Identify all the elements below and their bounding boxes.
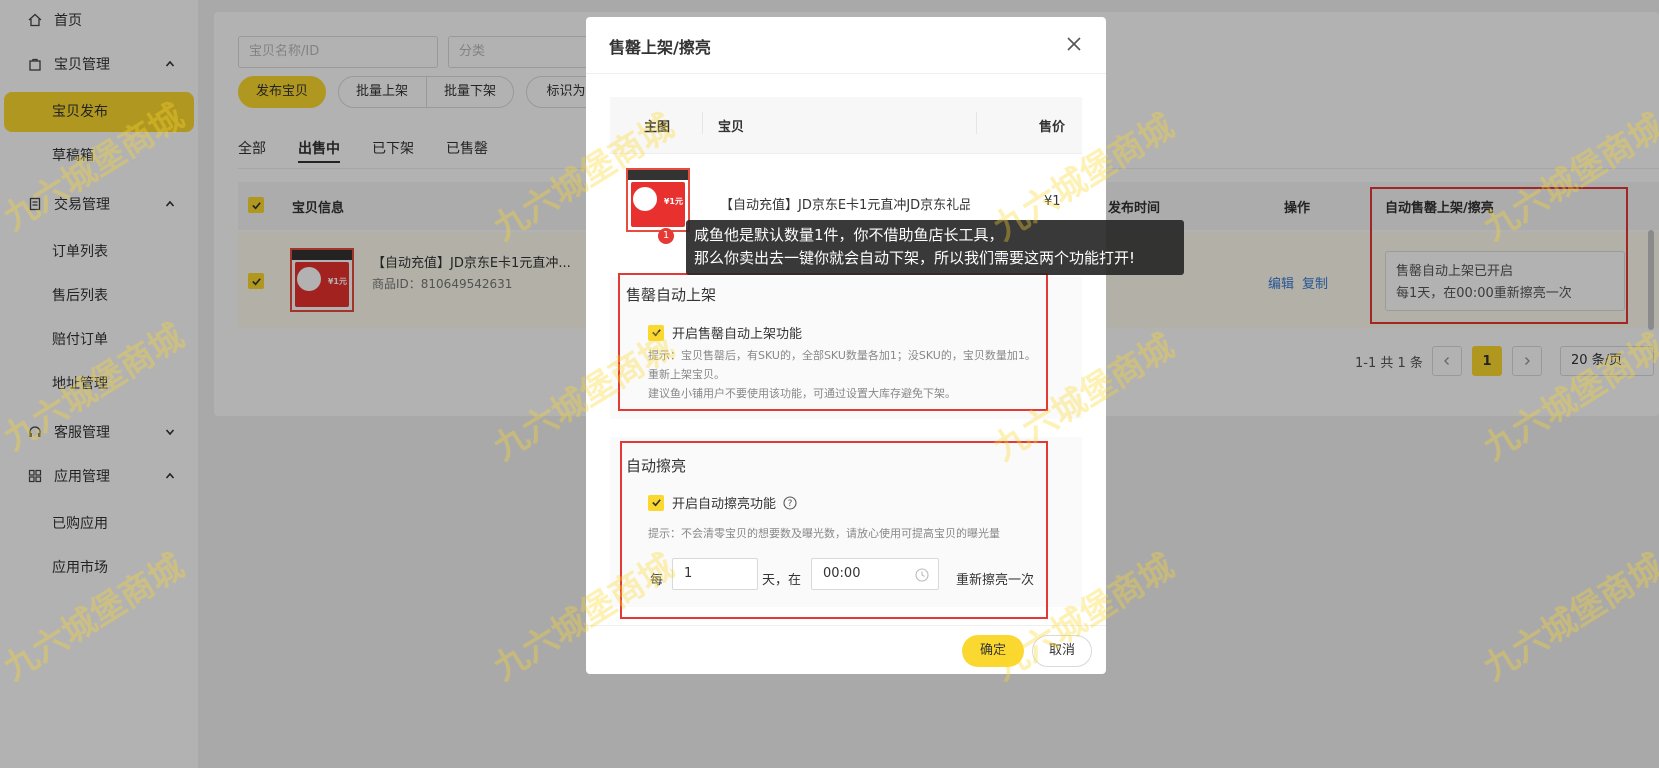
thumbnail-price: ¥1元 [663,197,683,206]
modal-col-item: 宝贝 [718,120,745,135]
column-separator [976,112,977,134]
modal-footer-divider [586,625,1106,626]
modal-col-image: 主图 [644,120,671,135]
highlight-box-sellout [618,273,1048,411]
annotation-badge: 1 [658,228,674,244]
modal-col-price: 售价 [1039,120,1066,135]
close-icon[interactable] [1066,36,1082,52]
modal-table-header [610,97,1082,153]
confirm-button[interactable]: 确定 [962,635,1024,667]
modal-row-divider [610,153,1082,154]
annotation-line: 咸鱼他是默认数量1件，你不借助鱼店长工具， [694,226,1004,244]
modal-header-divider [586,73,1106,74]
modal-item-name: 【自动充值】JD京东E卡1元直冲JD京东礼品 [720,198,970,213]
annotation-line: 那么你卖出去一键你就会自动下架，所以我们需要这两个功能打开! [694,249,1136,267]
modal-title: 售罄上架/擦亮 [609,38,711,57]
modal-product-thumbnail: ¥1元 [626,168,690,232]
modal-item-price: ¥1 [1044,194,1061,209]
highlight-box-polish [620,441,1048,619]
relist-polish-modal: 售罄上架/擦亮 主图 宝贝 售价 ¥1元 【自动充值】JD京东E卡1元直冲JD京… [586,17,1106,674]
annotation-tooltip: 咸鱼他是默认数量1件，你不借助鱼店长工具， 那么你卖出去一键你就会自动下架，所以… [686,220,1184,275]
cancel-button[interactable]: 取消 [1032,635,1092,667]
column-separator [702,112,703,134]
